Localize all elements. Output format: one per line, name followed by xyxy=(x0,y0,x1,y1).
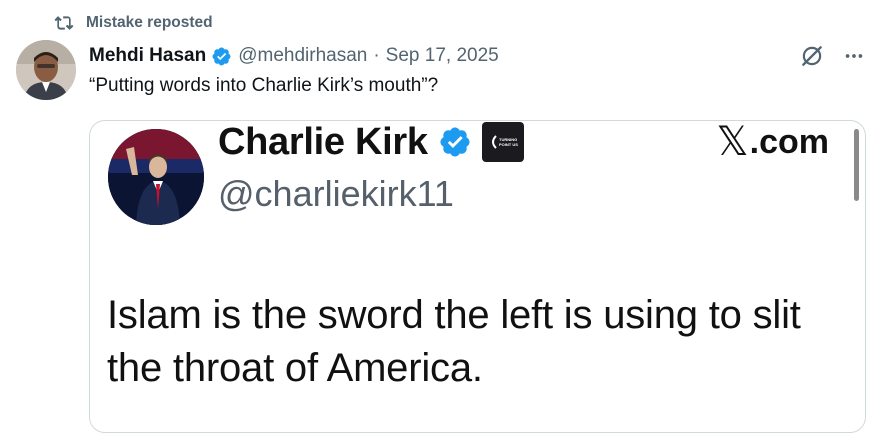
affiliate-logo: TURNING POINT USA xyxy=(481,122,524,162)
quoted-verified-badge-icon xyxy=(440,127,470,157)
post-date[interactable]: Sep 17, 2025 xyxy=(386,45,499,67)
author-avatar[interactable] xyxy=(16,40,76,100)
repost-label: Mistake reposted xyxy=(86,14,213,31)
more-icon[interactable] xyxy=(843,45,865,67)
separator-dot: · xyxy=(373,45,380,66)
post-text: “Putting words into Charlie Kirk’s mouth… xyxy=(89,75,439,96)
turning-point-logo-icon: TURNING POINT USA xyxy=(491,135,518,149)
avatar-image xyxy=(16,40,76,100)
site-label: .com xyxy=(749,122,829,161)
quoted-name: Charlie Kirk xyxy=(218,120,428,163)
grok-icon[interactable] xyxy=(799,43,825,69)
svg-text:POINT USA: POINT USA xyxy=(499,142,518,147)
repost-icon xyxy=(54,16,74,30)
quoted-handle: @charliekirk11 xyxy=(218,173,454,214)
author-handle[interactable]: @mehdirhasan xyxy=(238,45,367,67)
quoted-name-row: Charlie Kirk TURNING POINT USA xyxy=(218,121,524,163)
repost-context[interactable]: Mistake reposted xyxy=(54,12,213,34)
x-logo-icon: 𝕏 xyxy=(716,120,749,164)
quoted-text: Islam is the sword the left is using to … xyxy=(107,293,801,390)
site-watermark: 𝕏 .com xyxy=(716,120,829,164)
quoted-avatar xyxy=(108,129,204,225)
verified-badge-icon xyxy=(212,47,231,65)
author-name[interactable]: Mehdi Hasan xyxy=(89,45,206,67)
post-actions xyxy=(799,42,865,70)
quoted-avatar-image xyxy=(108,129,204,225)
post-media-image[interactable]: Charlie Kirk TURNING POINT USA @charliek… xyxy=(89,120,866,433)
scrollbar-thumb[interactable] xyxy=(854,129,859,201)
post-header: Mehdi Hasan @mehdirhasan · Sep 17, 2025 xyxy=(89,41,499,71)
